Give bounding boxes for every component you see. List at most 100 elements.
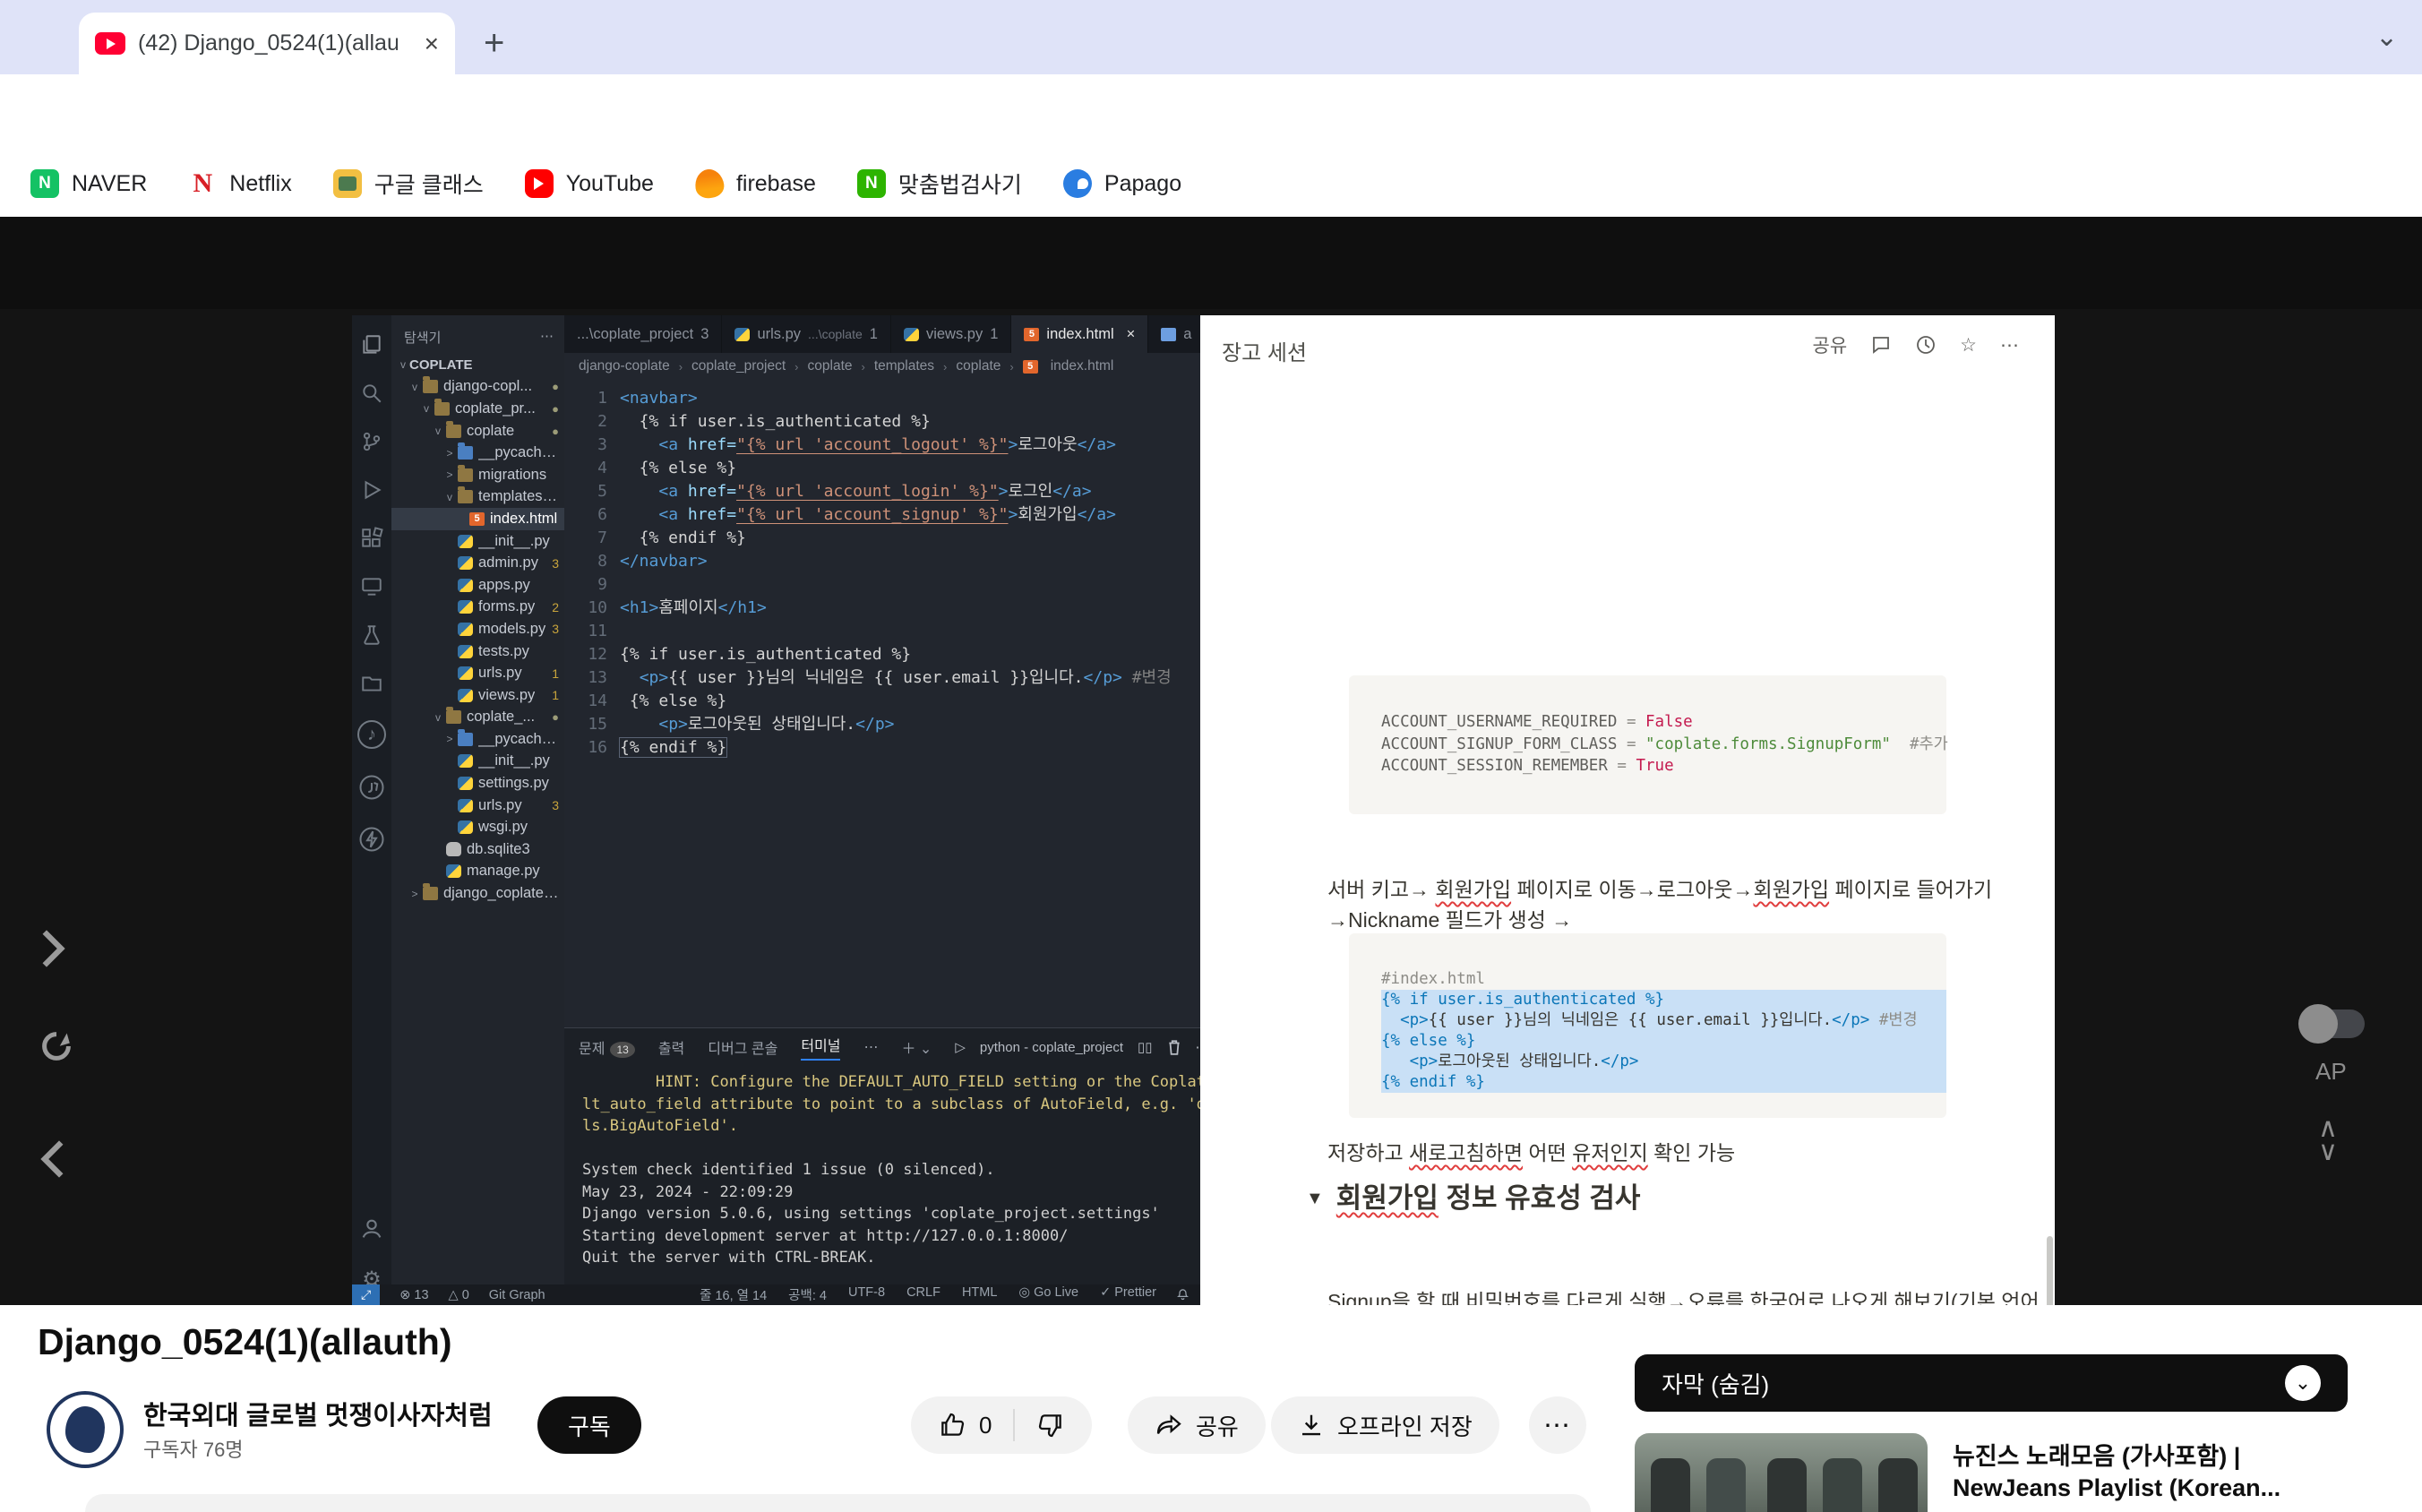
recommended-video-title[interactable]: 뉴진스 노래모음 (가사포함) | [1953, 1437, 2240, 1472]
tree-item-admin-py[interactable]: admin.py 3 [391, 552, 564, 574]
channel-avatar[interactable] [47, 1391, 124, 1468]
editor-tab-----coplate-project[interactable]: ...\coplate_project 3 [564, 315, 723, 353]
status-item[interactable]: CRLF [906, 1285, 940, 1304]
tree-item-urls-py[interactable]: urls.py 1 [391, 662, 564, 684]
status-item[interactable]: Git Graph [489, 1288, 545, 1302]
doc-scrollbar[interactable] [2047, 1236, 2053, 1305]
bookmark-fire[interactable]: firebase [692, 167, 816, 201]
ap-toggle[interactable] [2298, 1004, 2365, 1044]
panel-tab-debug[interactable]: 디버그 콘솔 [708, 1036, 777, 1058]
bookmark-naver[interactable]: N NAVER [30, 169, 147, 198]
search-icon[interactable] [360, 382, 383, 405]
tree-item-templates--co---[interactable]: vtemplates \co... [391, 486, 564, 509]
bookmark-papago[interactable]: Papago [1062, 169, 1181, 198]
extensions-icon[interactable] [360, 527, 383, 550]
panel-tab-problems[interactable]: 문제 13 [579, 1036, 635, 1058]
channel-name[interactable]: 한국외대 글로벌 멋쟁이사자처럼 [143, 1395, 493, 1432]
editor-tab-index-html[interactable]: 5 index.html × [1011, 315, 1149, 353]
subscribe-button[interactable]: 구독 [537, 1396, 641, 1454]
editor-tab-a[interactable]: a [1148, 315, 1200, 353]
lightning-extension-icon[interactable] [358, 826, 385, 853]
doc-star-icon[interactable]: ☆ [1960, 334, 1977, 357]
tree-item-django-copl---[interactable]: v django-copl... ● [391, 376, 564, 399]
kill-terminal-icon[interactable] [1167, 1039, 1181, 1055]
new-tab-button[interactable]: + [484, 25, 504, 61]
doc-paragraph[interactable]: 서버 키고→ 회원가입 페이지로 이동→로그아웃→회원가입 페이지로 들어가기 →… [1327, 874, 2053, 935]
tree-item---init---py[interactable]: __init__.py [391, 530, 564, 553]
like-icon[interactable] [938, 1411, 966, 1439]
split-terminal-icon[interactable]: ▯▯ [1138, 1039, 1153, 1055]
status-item[interactable]: 줄 16, 열 14 [700, 1285, 767, 1304]
tab-search-chevron-icon[interactable]: ⌄ [2375, 21, 2398, 53]
doc-history-icon[interactable] [1915, 334, 1937, 356]
tree-item-settings-py[interactable]: settings.py [391, 772, 564, 795]
remote-explorer-icon[interactable] [360, 575, 383, 598]
remote-indicator[interactable]: ⤢ [352, 1284, 381, 1305]
run-debug-icon[interactable] [360, 478, 383, 502]
panel-tab-output[interactable]: 출력 [658, 1036, 684, 1058]
breadcrumb-item[interactable]: templates [874, 358, 934, 374]
status-item[interactable]: UTF-8 [848, 1285, 885, 1304]
share-button[interactable]: 공유 [1128, 1396, 1266, 1454]
status-item[interactable]: ✓ Prettier [1100, 1285, 1156, 1304]
panel-more-icon[interactable]: ⋯ [863, 1038, 878, 1056]
doc-paragraph[interactable]: 저장하고 새로고침하면 어떤 유저인지 확인 가능 [1327, 1138, 2053, 1168]
notifications-bell-icon[interactable] [1176, 1288, 1190, 1302]
explorer-more-icon[interactable]: ⋯ [540, 328, 554, 347]
tree-item-db-sqlite3[interactable]: db.sqlite3 [391, 838, 564, 861]
tree-item-manage-py[interactable]: manage.py [391, 861, 564, 883]
tree-item---init---py[interactable]: __init__.py [391, 751, 564, 773]
doc-paragraph[interactable]: Signup을 할 때 비밀번호를 다르게 실행→오류를 한국어로 나오게 해보… [1327, 1286, 2053, 1305]
status-item[interactable]: 공백: 4 [788, 1285, 827, 1304]
doc-more-icon[interactable]: ⋯ [2000, 334, 2019, 357]
tree-item-index-html[interactable]: 5 index.html [391, 508, 564, 530]
tree-item-COPLATE[interactable]: v COPLATE [391, 354, 564, 376]
editor-tab-urls-py[interactable]: urls.py ...\coplate 1 [722, 315, 891, 353]
bookmark-speller[interactable]: N 맞춤법검사기 [856, 168, 1022, 200]
index-html-code-block[interactable]: #index.html {% if user.is_authenticated %… [1349, 933, 1946, 1118]
code-lines[interactable]: <navbar> {% if user.is_authenticated %} … [618, 387, 1172, 760]
test-flask-icon[interactable] [360, 623, 383, 647]
status-item[interactable]: △ 0 [449, 1288, 469, 1302]
status-item[interactable]: ⊗ 13 [399, 1288, 428, 1302]
tree-item-migrations[interactable]: > migrations [391, 464, 564, 486]
breadcrumb-item[interactable]: django-coplate [579, 358, 670, 374]
file-manager-icon[interactable] [360, 672, 383, 695]
tree-item-django-coplate----[interactable]: > django_coplate_... [391, 882, 564, 905]
status-item[interactable]: ◎ Go Live [1018, 1285, 1078, 1304]
bookmark-youtube[interactable]: YouTube [524, 169, 654, 198]
settings-code-block[interactable]: ACCOUNT_USERNAME_REQUIRED = False ACCOUNT… [1349, 675, 1948, 814]
recommended-video-title[interactable]: NewJeans Playlist (Korean... [1953, 1474, 2280, 1502]
video-thumbnail[interactable] [1635, 1433, 1928, 1512]
tree-item---pycache--[interactable]: > __pycache__ [391, 442, 564, 464]
status-item[interactable]: HTML [962, 1285, 997, 1304]
doc-share-button[interactable]: 공유 [1813, 331, 1848, 358]
breadcrumb-item[interactable]: index.html [1051, 358, 1114, 374]
breadcrumb-item[interactable]: coplate [808, 358, 853, 374]
new-terminal-icon[interactable]: ＋ ⌄ [901, 1036, 932, 1058]
tree-item-forms-py[interactable]: forms.py 2 [391, 597, 564, 619]
breadcrumb-item[interactable]: coplate_project [691, 358, 786, 374]
up-down-chevrons-icon[interactable]: ∧ ∨ [2318, 1115, 2338, 1165]
breadcrumb-item[interactable]: coplate [956, 358, 1001, 374]
tree-item-coplate-pr---[interactable]: v coplate_pr... ● [391, 398, 564, 420]
terminal-output[interactable]: HINT: Configure the DEFAULT_AUTO_FIELD s… [564, 1066, 1200, 1285]
tree-item-coplate[interactable]: v coplate ● [391, 420, 564, 442]
captions-bar[interactable]: 자막 (숨김) ⌄ [1635, 1354, 2348, 1412]
bookmark-netflix[interactable]: N Netflix [188, 168, 292, 198]
profile-note-icon[interactable] [358, 774, 385, 801]
tree-item---pycache--[interactable]: > __pycache__ [391, 728, 564, 751]
captions-collapse-icon[interactable]: ⌄ [2285, 1365, 2321, 1401]
account-icon[interactable] [359, 1216, 384, 1241]
more-actions-button[interactable]: ⋯ [1529, 1396, 1586, 1454]
doc-comment-icon[interactable] [1870, 334, 1892, 356]
doc-heading[interactable]: ▼ 회원가입 정보 유효성 검사 [1306, 1181, 1640, 1216]
music-extension-icon[interactable]: ♪ [357, 720, 386, 749]
video-player[interactable]: ♪ ⚙ 탐색기 ⋯ v COPLATE v django-copl... ● v copla… [0, 309, 2422, 1305]
description-box[interactable] [85, 1494, 1591, 1512]
tree-item-tests-py[interactable]: tests.py [391, 640, 564, 663]
tree-item-wsgi-py[interactable]: wsgi.py [391, 816, 564, 838]
dislike-icon[interactable] [1036, 1411, 1065, 1439]
toggle-triangle-icon[interactable]: ▼ [1306, 1189, 1324, 1209]
terminal-session-label[interactable]: python - coplate_project [980, 1040, 1123, 1055]
